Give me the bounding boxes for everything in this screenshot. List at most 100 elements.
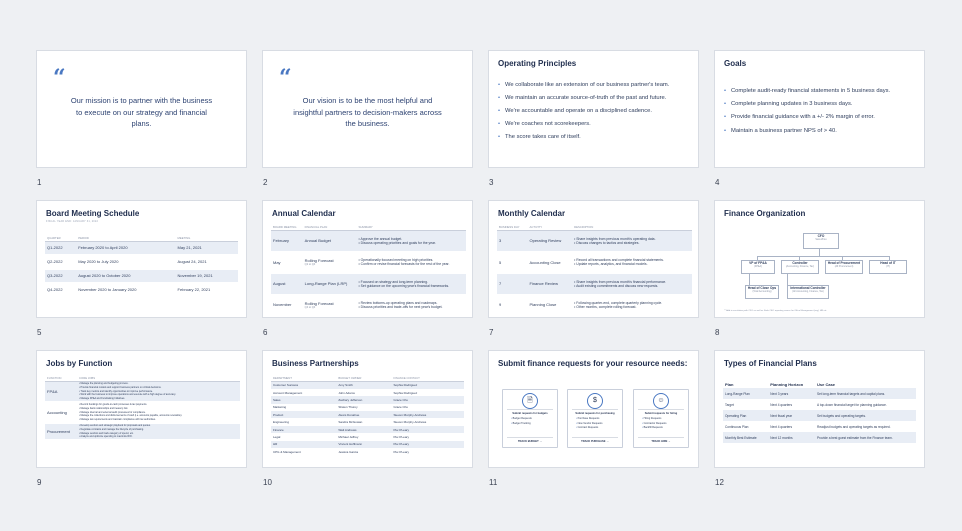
table-cell: Accounting bbox=[47, 409, 67, 415]
table-row: Product Alexis Donahue Steven Murphy-Andre… bbox=[271, 411, 464, 419]
slide-thumbnail-3[interactable]: Operating Principles We collaborate like… bbox=[488, 50, 699, 168]
request-card-budget[interactable]: 🗎 Submit requests for budgets Budget Req… bbox=[502, 389, 558, 448]
slide-title: Board Meeting Schedule bbox=[46, 209, 140, 218]
list-item[interactable]: New Vendor Requests bbox=[576, 422, 603, 425]
slide-number: 12 bbox=[715, 478, 724, 487]
slide-title: Jobs by Function bbox=[46, 359, 113, 368]
table-row: Monthly Best Estimate Next 12 months Provi… bbox=[723, 432, 916, 443]
description-item: Other months, complete rolling forecast. bbox=[576, 304, 637, 309]
slide-thumbnail-9[interactable]: Jobs by Function FUNCTION CORE JOBS FP&A… bbox=[36, 350, 247, 468]
list-item[interactable]: Budget Requests bbox=[511, 417, 532, 420]
table-row: HR Vincent Hoffmann Pia O'Leary bbox=[271, 440, 464, 449]
card-title: Submit requests for purchasing bbox=[575, 412, 615, 415]
table-cell: • Develop vendors and strategic playbook… bbox=[79, 423, 151, 439]
table-cell: Accounting Close bbox=[529, 259, 561, 265]
table-cell: Rolling Forecast Q4 to Q4 bbox=[303, 294, 357, 316]
list-item: We're coaches not scorekeepers. bbox=[498, 121, 690, 127]
table-cell: February 2020 to April 2020 bbox=[78, 245, 128, 251]
table-cell: 3 bbox=[499, 238, 502, 244]
table-row: Continuous Plan Next 4 quarters Readjust b… bbox=[725, 424, 891, 429]
slide-thumbnail-10[interactable]: Business Partnerships DEPARTMENT BUDGET … bbox=[262, 350, 473, 468]
list-item[interactable]: Hiring Requests bbox=[642, 417, 667, 420]
table-cell: Rolling Forecast Q2 to Q4 bbox=[303, 251, 357, 274]
org-box-cfo: CFO Sara Zhou bbox=[803, 233, 839, 249]
plan-name: Rolling Forecast bbox=[304, 300, 334, 306]
summary-item: Confirm or revise financial forecasts fo… bbox=[360, 262, 450, 266]
table-row: Long-Range Plan Next 3 years Set long-term… bbox=[723, 388, 916, 399]
org-box-it: Head of IT (IT) bbox=[869, 260, 907, 274]
monthly-table: BUSINESS DAY ACTIVITY DESCRIPTION 3 Oper… bbox=[497, 224, 692, 316]
slide-thumbnail-7[interactable]: Monthly Calendar BUSINESS DAY ACTIVITY D… bbox=[488, 200, 699, 318]
table-cell: Q1-2022 bbox=[47, 245, 63, 251]
table-cell: May bbox=[273, 259, 281, 265]
table-cell: August 24, 2021 bbox=[177, 259, 207, 264]
table-cell: • Manage the planning and budgeting proc… bbox=[79, 382, 176, 401]
slide-number: 2 bbox=[263, 178, 268, 187]
slide-thumbnail-12[interactable]: Types of Financial Plans Plan Planning H… bbox=[714, 350, 925, 468]
list-item: We're accountable and operate on a disci… bbox=[498, 108, 690, 114]
request-card-hire[interactable]: ☺ Submit requests for hiring Hiring Requ… bbox=[633, 389, 689, 448]
slide-title: Finance Organization bbox=[724, 209, 806, 218]
slide-number: 11 bbox=[489, 478, 498, 487]
list-item: Provide financial guidance with a +/- 2%… bbox=[724, 114, 916, 120]
slide-thumbnail-4[interactable]: Goals Complete audit-ready financial sta… bbox=[714, 50, 925, 168]
table-cell: • Following quarter-end, complete quarte… bbox=[574, 300, 663, 309]
track-purchase-link[interactable]: TRACK PURCHASE → bbox=[568, 440, 622, 443]
list-item[interactable]: Contract Requests bbox=[576, 426, 602, 429]
list-item: We maintain an accurate source-of-truth … bbox=[498, 95, 690, 101]
card-title: Submit requests for budgets bbox=[512, 412, 548, 415]
table-row: Operating Plan Next fiscal year Set budget… bbox=[723, 410, 916, 421]
table-cell: November 2020 to January 2020 bbox=[78, 287, 137, 292]
list-item: We collaborate like an extension of our … bbox=[498, 82, 690, 88]
summary-item: Set guidance on the upcoming year's fina… bbox=[360, 283, 450, 288]
table-row: 7 Finance Review • Share insights from p… bbox=[497, 273, 692, 294]
list-item[interactable]: Backfill Requests bbox=[642, 426, 667, 429]
table-cell: February bbox=[273, 238, 290, 244]
table-cell: • Operationally focused meeting on high … bbox=[358, 258, 450, 266]
track-hire-link[interactable]: TRACK HIRE → bbox=[634, 440, 688, 443]
table-cell: November 19, 2021 bbox=[177, 273, 213, 278]
table-cell: 9 bbox=[499, 302, 502, 307]
table-cell: • Record all transactions and complete f… bbox=[574, 258, 664, 266]
slide-title: Submit finance requests for your resourc… bbox=[498, 359, 688, 368]
plan-subtitle: Q4 to Q4 bbox=[304, 305, 316, 309]
slide-title: Operating Principles bbox=[498, 59, 577, 68]
slide-thumbnail-8[interactable]: Finance Organization CFO Sara Zhou VP of … bbox=[714, 200, 925, 318]
slide-thumbnail-2[interactable]: “ Our vision is to be the most helpful a… bbox=[262, 50, 473, 168]
slide-number: 9 bbox=[37, 478, 42, 487]
card-divider bbox=[507, 436, 553, 437]
slide-number: 4 bbox=[715, 178, 720, 187]
slide-thumbnail-6[interactable]: Annual Calendar BOARD MEETING FINANCIAL … bbox=[262, 200, 473, 318]
table-row: Finance Walt Andrews Pia O'Leary bbox=[271, 425, 464, 434]
org-box-vp-fpa: VP of FP&A (FP&A) bbox=[741, 260, 775, 274]
list-item[interactable]: Budget Tracking bbox=[511, 422, 532, 425]
table-row: CPG & Management Jessica Garcia Pia O'Lear… bbox=[273, 449, 410, 454]
table-cell: August bbox=[273, 281, 286, 286]
slide-title: Types of Financial Plans bbox=[724, 359, 817, 368]
table-header: Plan bbox=[725, 382, 734, 387]
table-cell: • Share insights from previous month's o… bbox=[574, 236, 656, 245]
slide-title: Monthly Calendar bbox=[498, 209, 566, 218]
list-item[interactable]: Purchase Requests bbox=[576, 417, 602, 420]
annual-table: BOARD MEETING FINANCIAL PLAN SUMMARY Feb… bbox=[271, 224, 466, 316]
table-row: Q3-2022 August 2020 to October 2020 Nove… bbox=[45, 269, 238, 282]
quote-icon: “ bbox=[53, 65, 66, 91]
table-cell: May 21, 2021 bbox=[177, 245, 202, 251]
plans-table: Plan Planning Horizon Use Case Long-Rang… bbox=[723, 381, 916, 443]
slide-thumbnail-5[interactable]: Board Meeting Schedule FISCAL YEAR END: … bbox=[36, 200, 247, 318]
plan-subtitle: Q2 to Q4 bbox=[304, 263, 316, 266]
table-row: Target Next 4 quarters A top-down financia… bbox=[725, 402, 887, 407]
track-budget-link[interactable]: TRACK BUDGET → bbox=[503, 440, 557, 443]
list-item[interactable]: Contractor Requests bbox=[642, 422, 667, 425]
principles-list: We collaborate like an extension of our … bbox=[498, 82, 690, 147]
board-table: QUARTER PERIOD MEETING Q1-2022 February … bbox=[45, 235, 238, 298]
slide-title: Business Partnerships bbox=[272, 359, 359, 368]
request-card-purchase[interactable]: $ Submit requests for purchasing Purchas… bbox=[567, 389, 623, 448]
slide-thumbnail-11[interactable]: Submit finance requests for your resourc… bbox=[488, 350, 699, 468]
slide-thumbnail-1[interactable]: “ Our mission is to partner with the bus… bbox=[36, 50, 247, 168]
list-item: Complete audit-ready financial statement… bbox=[724, 88, 916, 94]
slide-number: 5 bbox=[37, 328, 42, 337]
table-header: Planning Horizon bbox=[770, 382, 804, 387]
card-list: Budget Requests Budget Tracking bbox=[511, 417, 532, 426]
card-title: Submit requests for hiring bbox=[644, 412, 678, 415]
